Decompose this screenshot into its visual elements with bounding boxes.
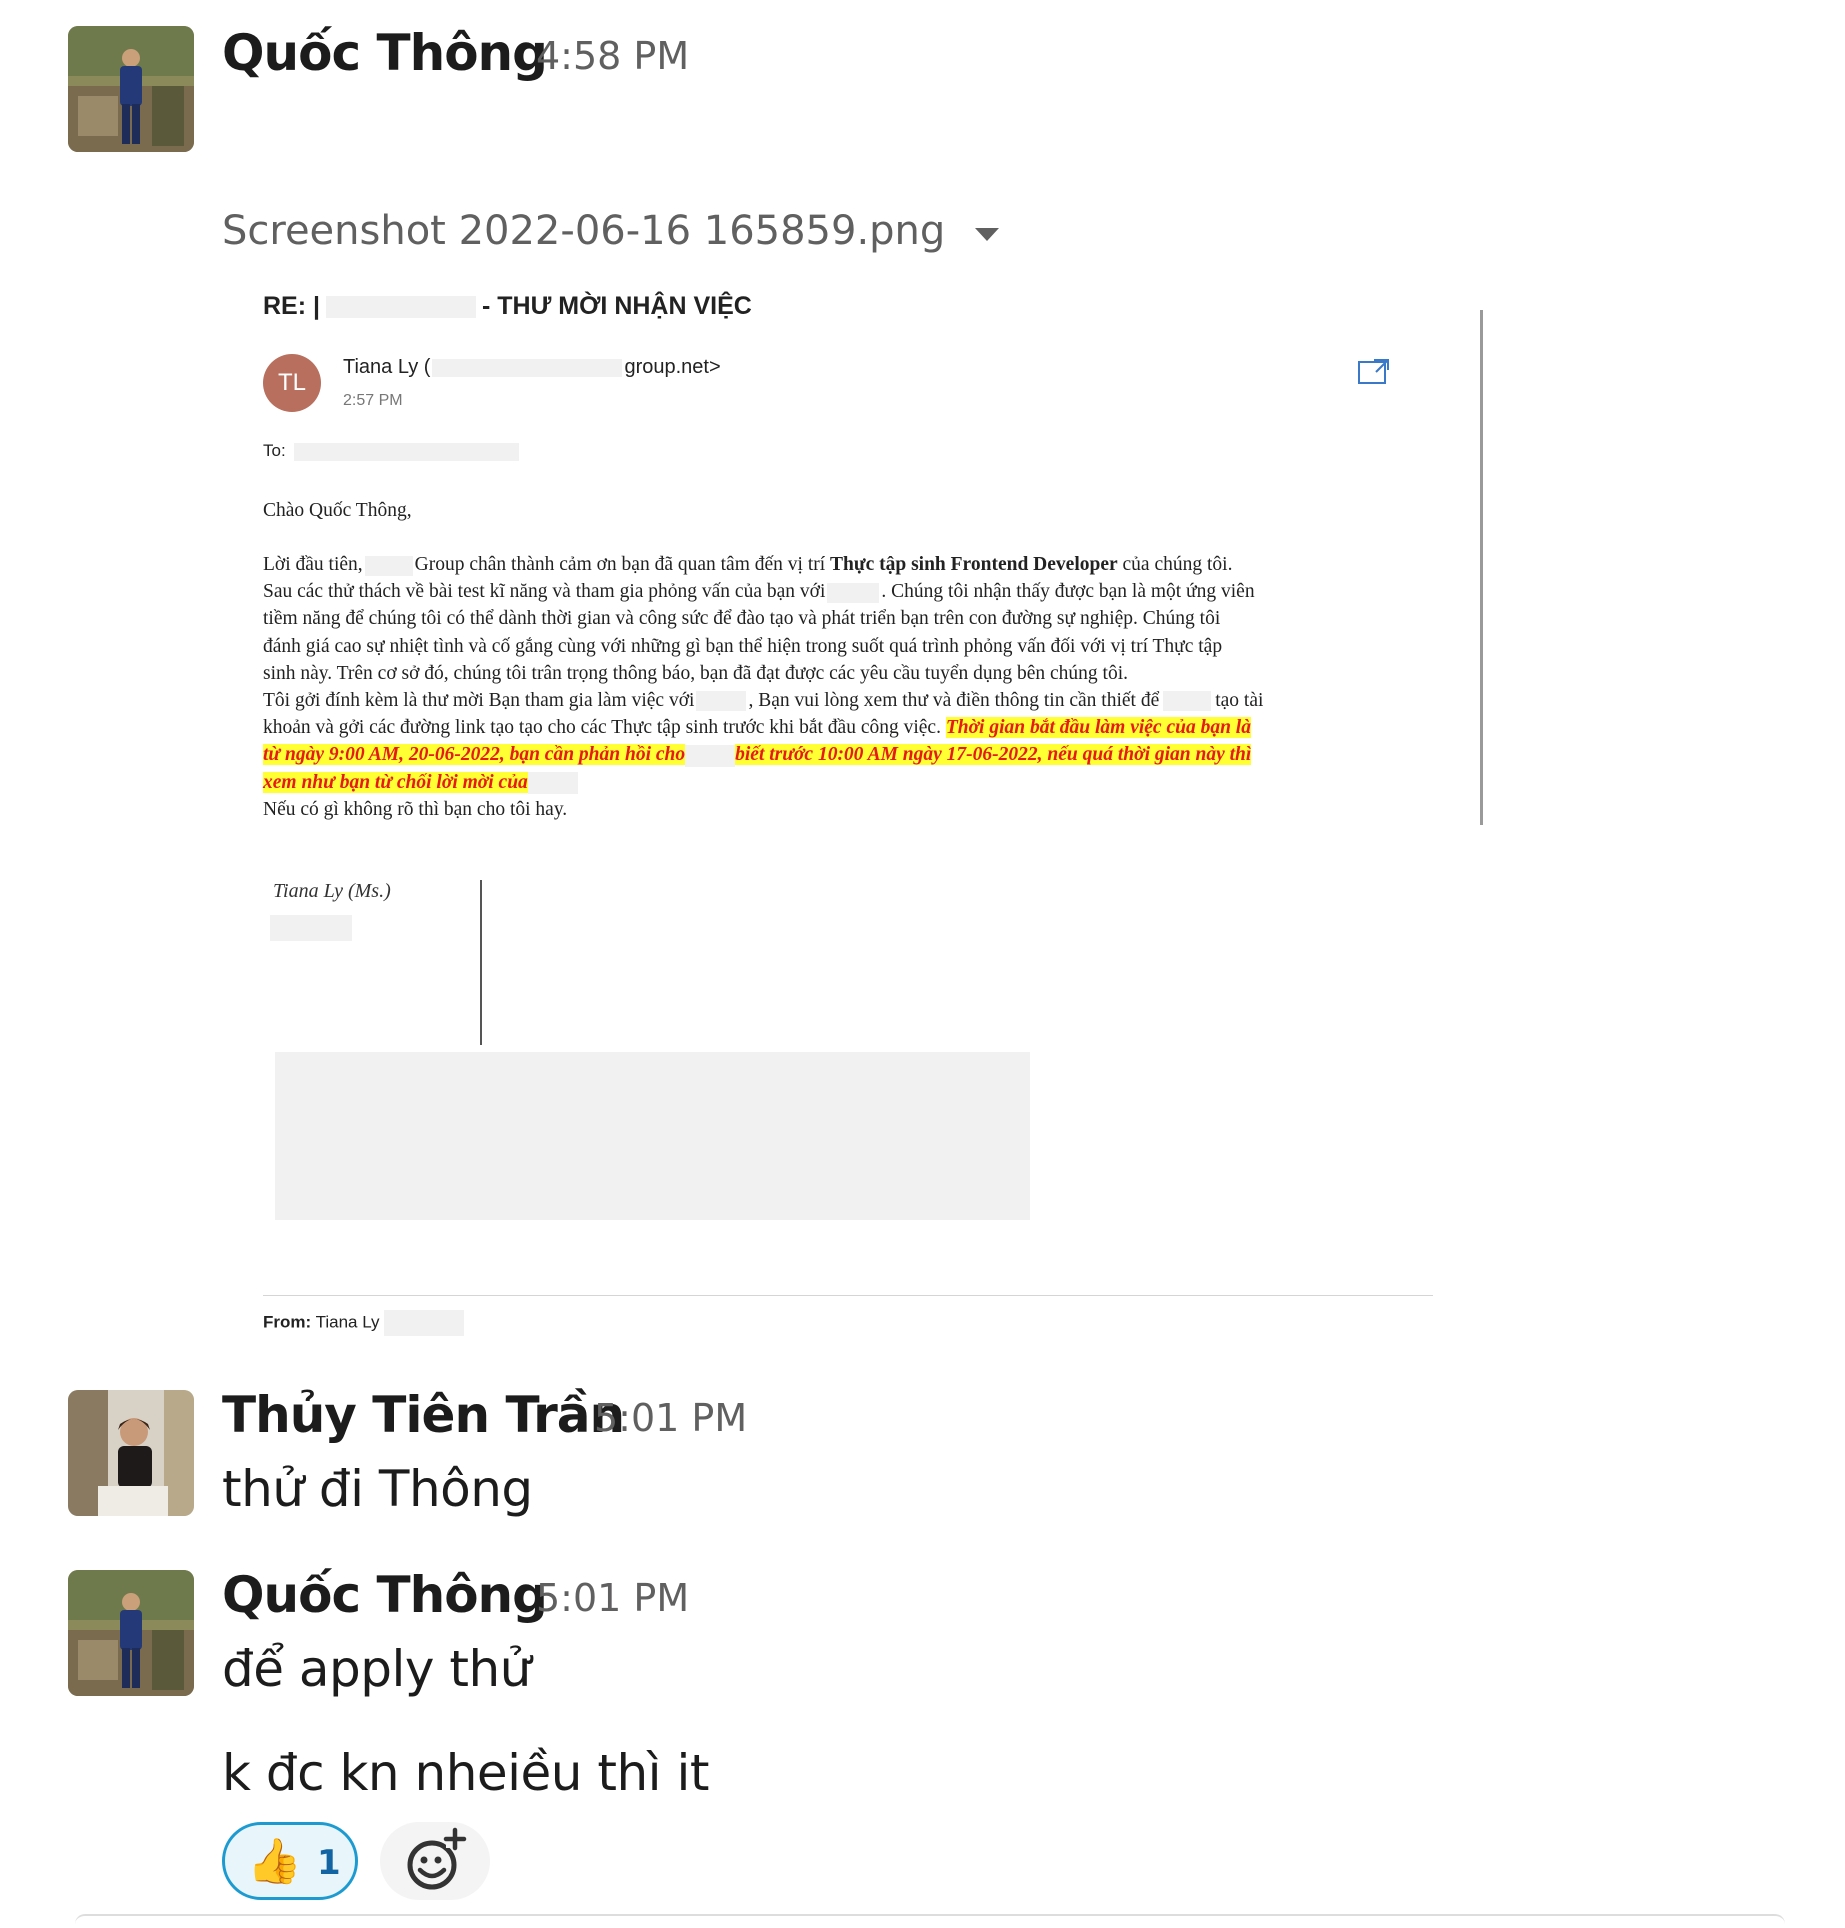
add-reaction-icon (407, 1827, 467, 1890)
add-reaction-button[interactable] (380, 1822, 490, 1900)
email-body: Lời đầu tiên, Group chân thành cảm ơn bạn… (263, 554, 1264, 820)
reaction-count: 1 (317, 1843, 341, 1883)
avatar-quoc-thong[interactable] (68, 26, 194, 152)
redacted-block (270, 915, 352, 941)
sender-name[interactable]: Quốc Thông (222, 24, 548, 82)
message-time[interactable]: 5:01 PM (594, 1396, 747, 1440)
sender-name[interactable]: Quốc Thông (222, 1566, 548, 1624)
email-time: 2:57 PM (343, 392, 403, 409)
email-subject: RE: | - THƯ MỜI NHẬN VIỆC (263, 292, 752, 320)
email-scrollbar (1480, 310, 1483, 825)
email-signature: Tiana Ly (Ms.) (273, 880, 391, 902)
avatar-thuy-tien-tran[interactable] (68, 1390, 194, 1516)
avatar-quoc-thong[interactable] (68, 1570, 194, 1696)
sender-name[interactable]: Thủy Tiên Trần (222, 1386, 625, 1444)
email-to: To: (263, 441, 519, 461)
message-text: để apply thử (222, 1640, 531, 1698)
email-from: Tiana Ly (group.net> (343, 356, 721, 378)
message-composer-edge (75, 1914, 1785, 1928)
reaction-thumbs-up[interactable]: 👍 1 (222, 1822, 358, 1900)
sender-initials-avatar: TL (263, 354, 321, 412)
signature-divider (480, 880, 482, 1045)
thumbs-up-icon: 👍 (247, 1837, 302, 1886)
popout-icon (1358, 357, 1390, 385)
message-text: k đc kn nheiều thì it (222, 1744, 709, 1802)
email-footer-from: From: Tiana Ly (263, 1310, 464, 1336)
message-time[interactable]: 4:58 PM (536, 34, 689, 78)
caret-down-icon[interactable] (975, 228, 999, 241)
email-greeting: Chào Quốc Thông, (263, 500, 412, 521)
message-text: thử đi Thông (222, 1460, 533, 1518)
attachment-filename[interactable]: Screenshot 2022-06-16 165859.png (222, 208, 945, 254)
email-divider (263, 1295, 1433, 1296)
message-time[interactable]: 5:01 PM (536, 1576, 689, 1620)
redacted-block (275, 1052, 1030, 1220)
